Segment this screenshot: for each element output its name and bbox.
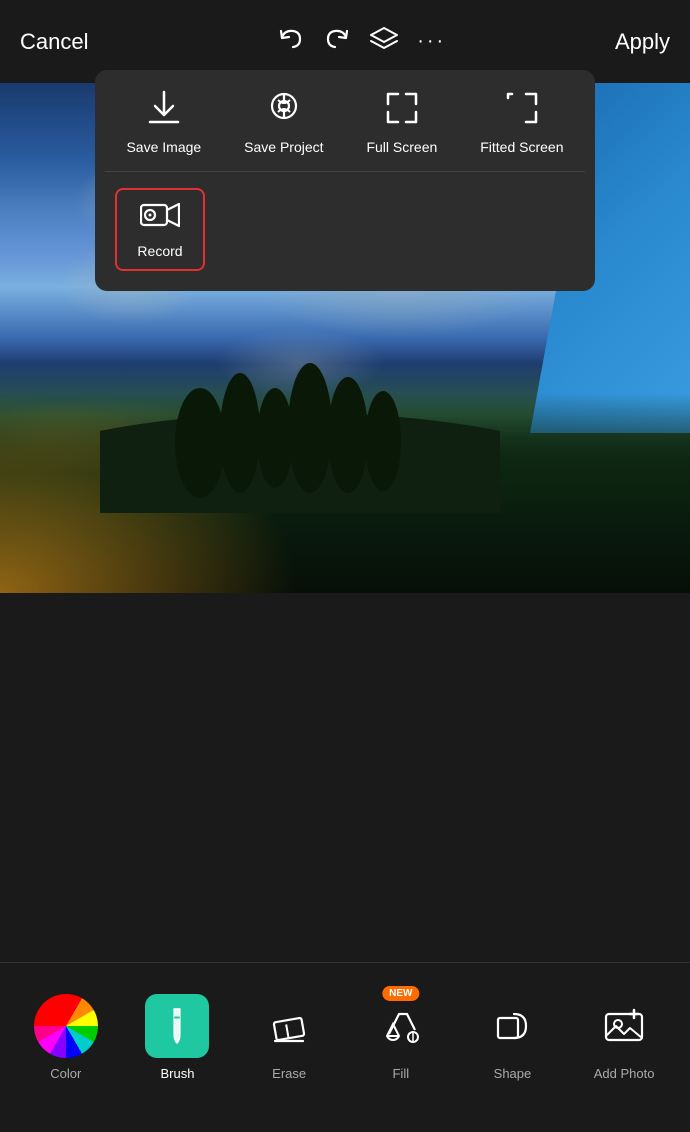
dropdown-row2: Record <box>105 172 585 271</box>
tool-shape[interactable]: Shape <box>472 994 552 1081</box>
fitted-screen-button[interactable]: Fitted Screen <box>470 90 573 155</box>
color-label: Color <box>50 1066 81 1081</box>
bottom-toolbar: Color Brush Erase NEW <box>0 962 690 1132</box>
trees-silhouette <box>100 313 500 513</box>
brush-icon-bg <box>145 994 209 1058</box>
tool-brush[interactable]: Brush <box>137 994 217 1081</box>
top-bar-left: Cancel <box>20 29 108 55</box>
dropdown-row1: Save Image Save Project <box>105 90 585 172</box>
layers-icon[interactable] <box>369 24 399 60</box>
picsart-icon <box>268 90 300 131</box>
erase-icon <box>257 994 321 1058</box>
fill-label: Fill <box>392 1066 409 1081</box>
tool-color[interactable]: Color <box>26 994 106 1081</box>
redo-icon[interactable] <box>323 25 351 59</box>
tool-add-photo[interactable]: Add Photo <box>584 994 664 1081</box>
save-image-button[interactable]: Save Image <box>116 90 211 155</box>
top-bar-center: ··· <box>277 24 446 60</box>
save-project-button[interactable]: Save Project <box>234 90 333 155</box>
tool-fill[interactable]: NEW Fill <box>361 994 441 1081</box>
download-icon <box>148 90 180 131</box>
shape-icon <box>480 994 544 1058</box>
fitted-icon <box>504 90 540 131</box>
shape-label: Shape <box>494 1066 532 1081</box>
more-options-icon[interactable]: ··· <box>417 30 446 53</box>
fill-svg <box>379 1004 423 1048</box>
color-icon <box>34 994 98 1058</box>
cancel-button[interactable]: Cancel <box>20 29 88 55</box>
color-wheel <box>34 994 98 1058</box>
record-icon <box>140 200 180 235</box>
fitted-screen-label: Fitted Screen <box>480 139 563 155</box>
full-screen-button[interactable]: Full Screen <box>356 90 447 155</box>
eraser-svg <box>267 1004 311 1048</box>
add-photo-icon <box>592 994 656 1058</box>
tool-erase[interactable]: Erase <box>249 994 329 1081</box>
fill-icon: NEW <box>369 994 433 1058</box>
add-photo-label: Add Photo <box>594 1066 655 1081</box>
brush-svg <box>152 1001 203 1052</box>
dropdown-menu: Save Image Save Project <box>95 70 595 291</box>
record-label: Record <box>137 243 182 259</box>
new-badge: NEW <box>382 986 419 1001</box>
save-image-label: Save Image <box>126 139 201 155</box>
fullscreen-icon <box>384 90 420 131</box>
dark-area <box>0 593 690 883</box>
record-button[interactable]: Record <box>115 188 205 271</box>
apply-button[interactable]: Apply <box>615 29 670 55</box>
shape-svg <box>490 1004 534 1048</box>
save-project-label: Save Project <box>244 139 323 155</box>
addphoto-svg <box>602 1004 646 1048</box>
brush-label: Brush <box>161 1066 195 1081</box>
undo-icon[interactable] <box>277 25 305 59</box>
erase-label: Erase <box>272 1066 306 1081</box>
full-screen-label: Full Screen <box>366 139 437 155</box>
